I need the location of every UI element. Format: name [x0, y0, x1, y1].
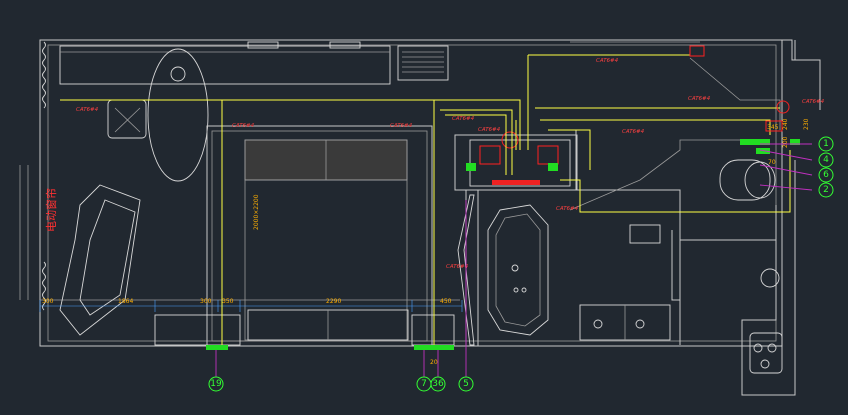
- cable-label-bath-drop: CAT6#4: [446, 264, 469, 270]
- vent-grille: [247, 41, 449, 81]
- dim-230: 230: [803, 118, 810, 130]
- dim-70: 70: [768, 159, 776, 166]
- dimension-string: 300 1864 300 350 2290 450 20: [39, 298, 463, 366]
- dim-350: 350: [222, 298, 234, 305]
- cable-label-panel-mid: CAT6#4: [478, 127, 501, 133]
- cable-label-top: CAT6#4: [596, 58, 619, 64]
- dim-345: 345: [767, 124, 779, 131]
- callout-2: 2: [823, 185, 829, 195]
- floor-plan-drawing: 2000×2200 300 1864 300 350 2290 450 20 C…: [19, 39, 834, 396]
- cable-label-right-low: CAT6#4: [556, 206, 579, 212]
- callout-7: 7: [421, 379, 427, 389]
- round-table: [107, 48, 209, 182]
- dim-300-mid: 300: [200, 298, 212, 305]
- cable-label-bed-left: CAT6#4: [232, 123, 255, 129]
- cable-label-tv-drop: CAT6#4: [802, 99, 825, 105]
- dim-1864: 1864: [118, 298, 133, 305]
- cable-label-left-wall: CAT6#4: [76, 107, 99, 113]
- bed-size-label: 2000×2200: [253, 194, 260, 230]
- dim-450: 450: [440, 298, 452, 305]
- cable-labels: CAT6#4 CAT6#4 CAT6#4 CAT6#4 CAT6#4 CAT6#…: [76, 58, 825, 270]
- dim-240: 240: [782, 118, 789, 130]
- callout-19: 19: [210, 379, 222, 389]
- motorized-curtain-note: 电动窗帘: [44, 188, 58, 232]
- chaise-lounge: [59, 184, 141, 336]
- cable-label-right-mid: CAT6#4: [622, 129, 645, 135]
- cable-label-bed-right: CAT6#4: [390, 123, 413, 129]
- bathroom: [457, 190, 671, 346]
- dim-300-left: 300: [42, 298, 54, 305]
- callout-36: 36: [432, 379, 444, 389]
- dim-200: 200: [782, 136, 789, 148]
- cable-label-panel-top: CAT6#4: [452, 116, 475, 122]
- right-dimensions: 345 240 230 200 70: [689, 45, 810, 166]
- callout-4: 4: [823, 155, 829, 165]
- dim-20: 20: [430, 359, 438, 366]
- callout-1: 1: [823, 139, 829, 149]
- cable-label-right-upper: CAT6#4: [688, 96, 711, 102]
- building-walls: [39, 39, 821, 396]
- callout-6: 6: [823, 170, 829, 180]
- callout-5: 5: [463, 379, 469, 389]
- bed-area: 2000×2200: [154, 125, 455, 347]
- dim-2290: 2290: [326, 298, 341, 305]
